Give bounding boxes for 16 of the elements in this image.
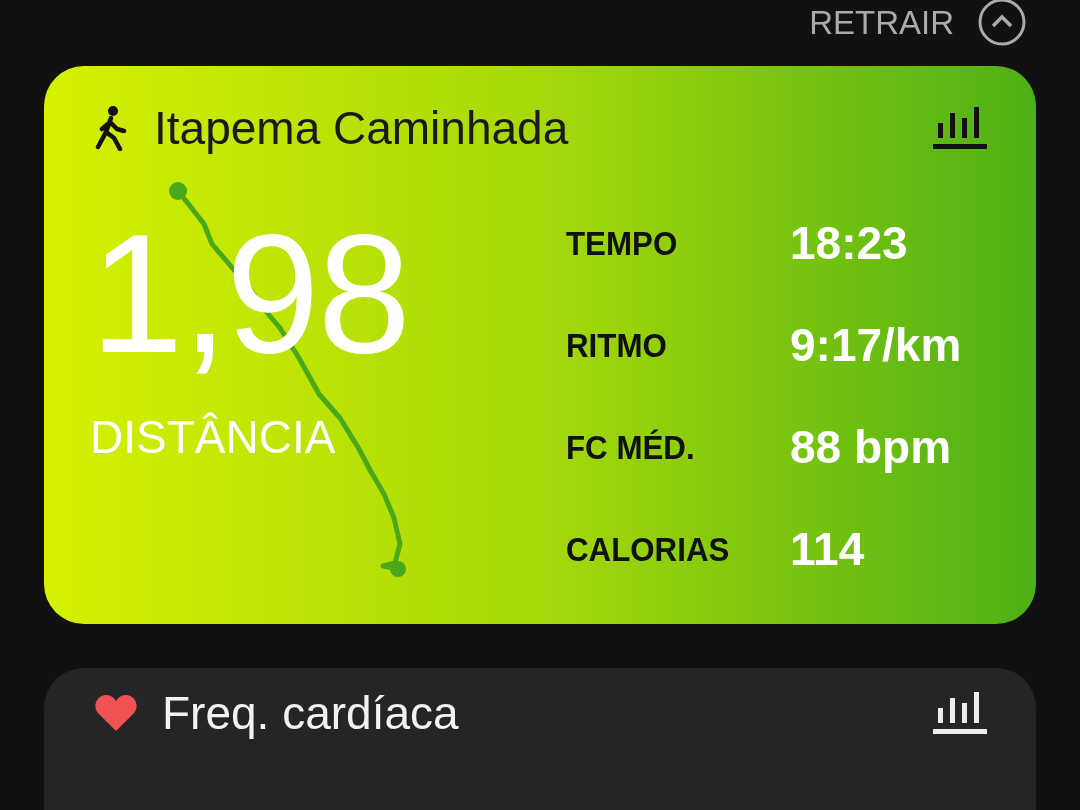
stat-label: RITMO	[566, 328, 668, 362]
stat-value: 18:23	[790, 220, 909, 266]
stat-value: 114	[790, 526, 866, 572]
stat-label: CALORIAS	[566, 532, 731, 566]
stat-value: 9:17/km	[790, 322, 963, 368]
distance-value: 1,98	[90, 210, 409, 378]
collapse-icon[interactable]	[978, 0, 1026, 46]
stat-label: TEMPO	[566, 226, 679, 260]
bar-chart-icon[interactable]	[932, 105, 988, 151]
activity-card[interactable]: Itapema Caminhada 1,98 DISTÂNCIA TEMPO 18:23 RITMO 9:17/km FC MÉD. 88 bpm CALORIAS 114	[44, 66, 1036, 624]
bar-chart-icon[interactable]	[932, 690, 988, 736]
collapse-label[interactable]: RETRAIR	[809, 5, 954, 39]
heart-rate-card[interactable]: Freq. cardíaca	[44, 668, 1036, 810]
distance-label: DISTÂNCIA	[90, 414, 337, 460]
stat-label: FC MÉD.	[566, 430, 696, 464]
heart-icon	[94, 693, 138, 733]
